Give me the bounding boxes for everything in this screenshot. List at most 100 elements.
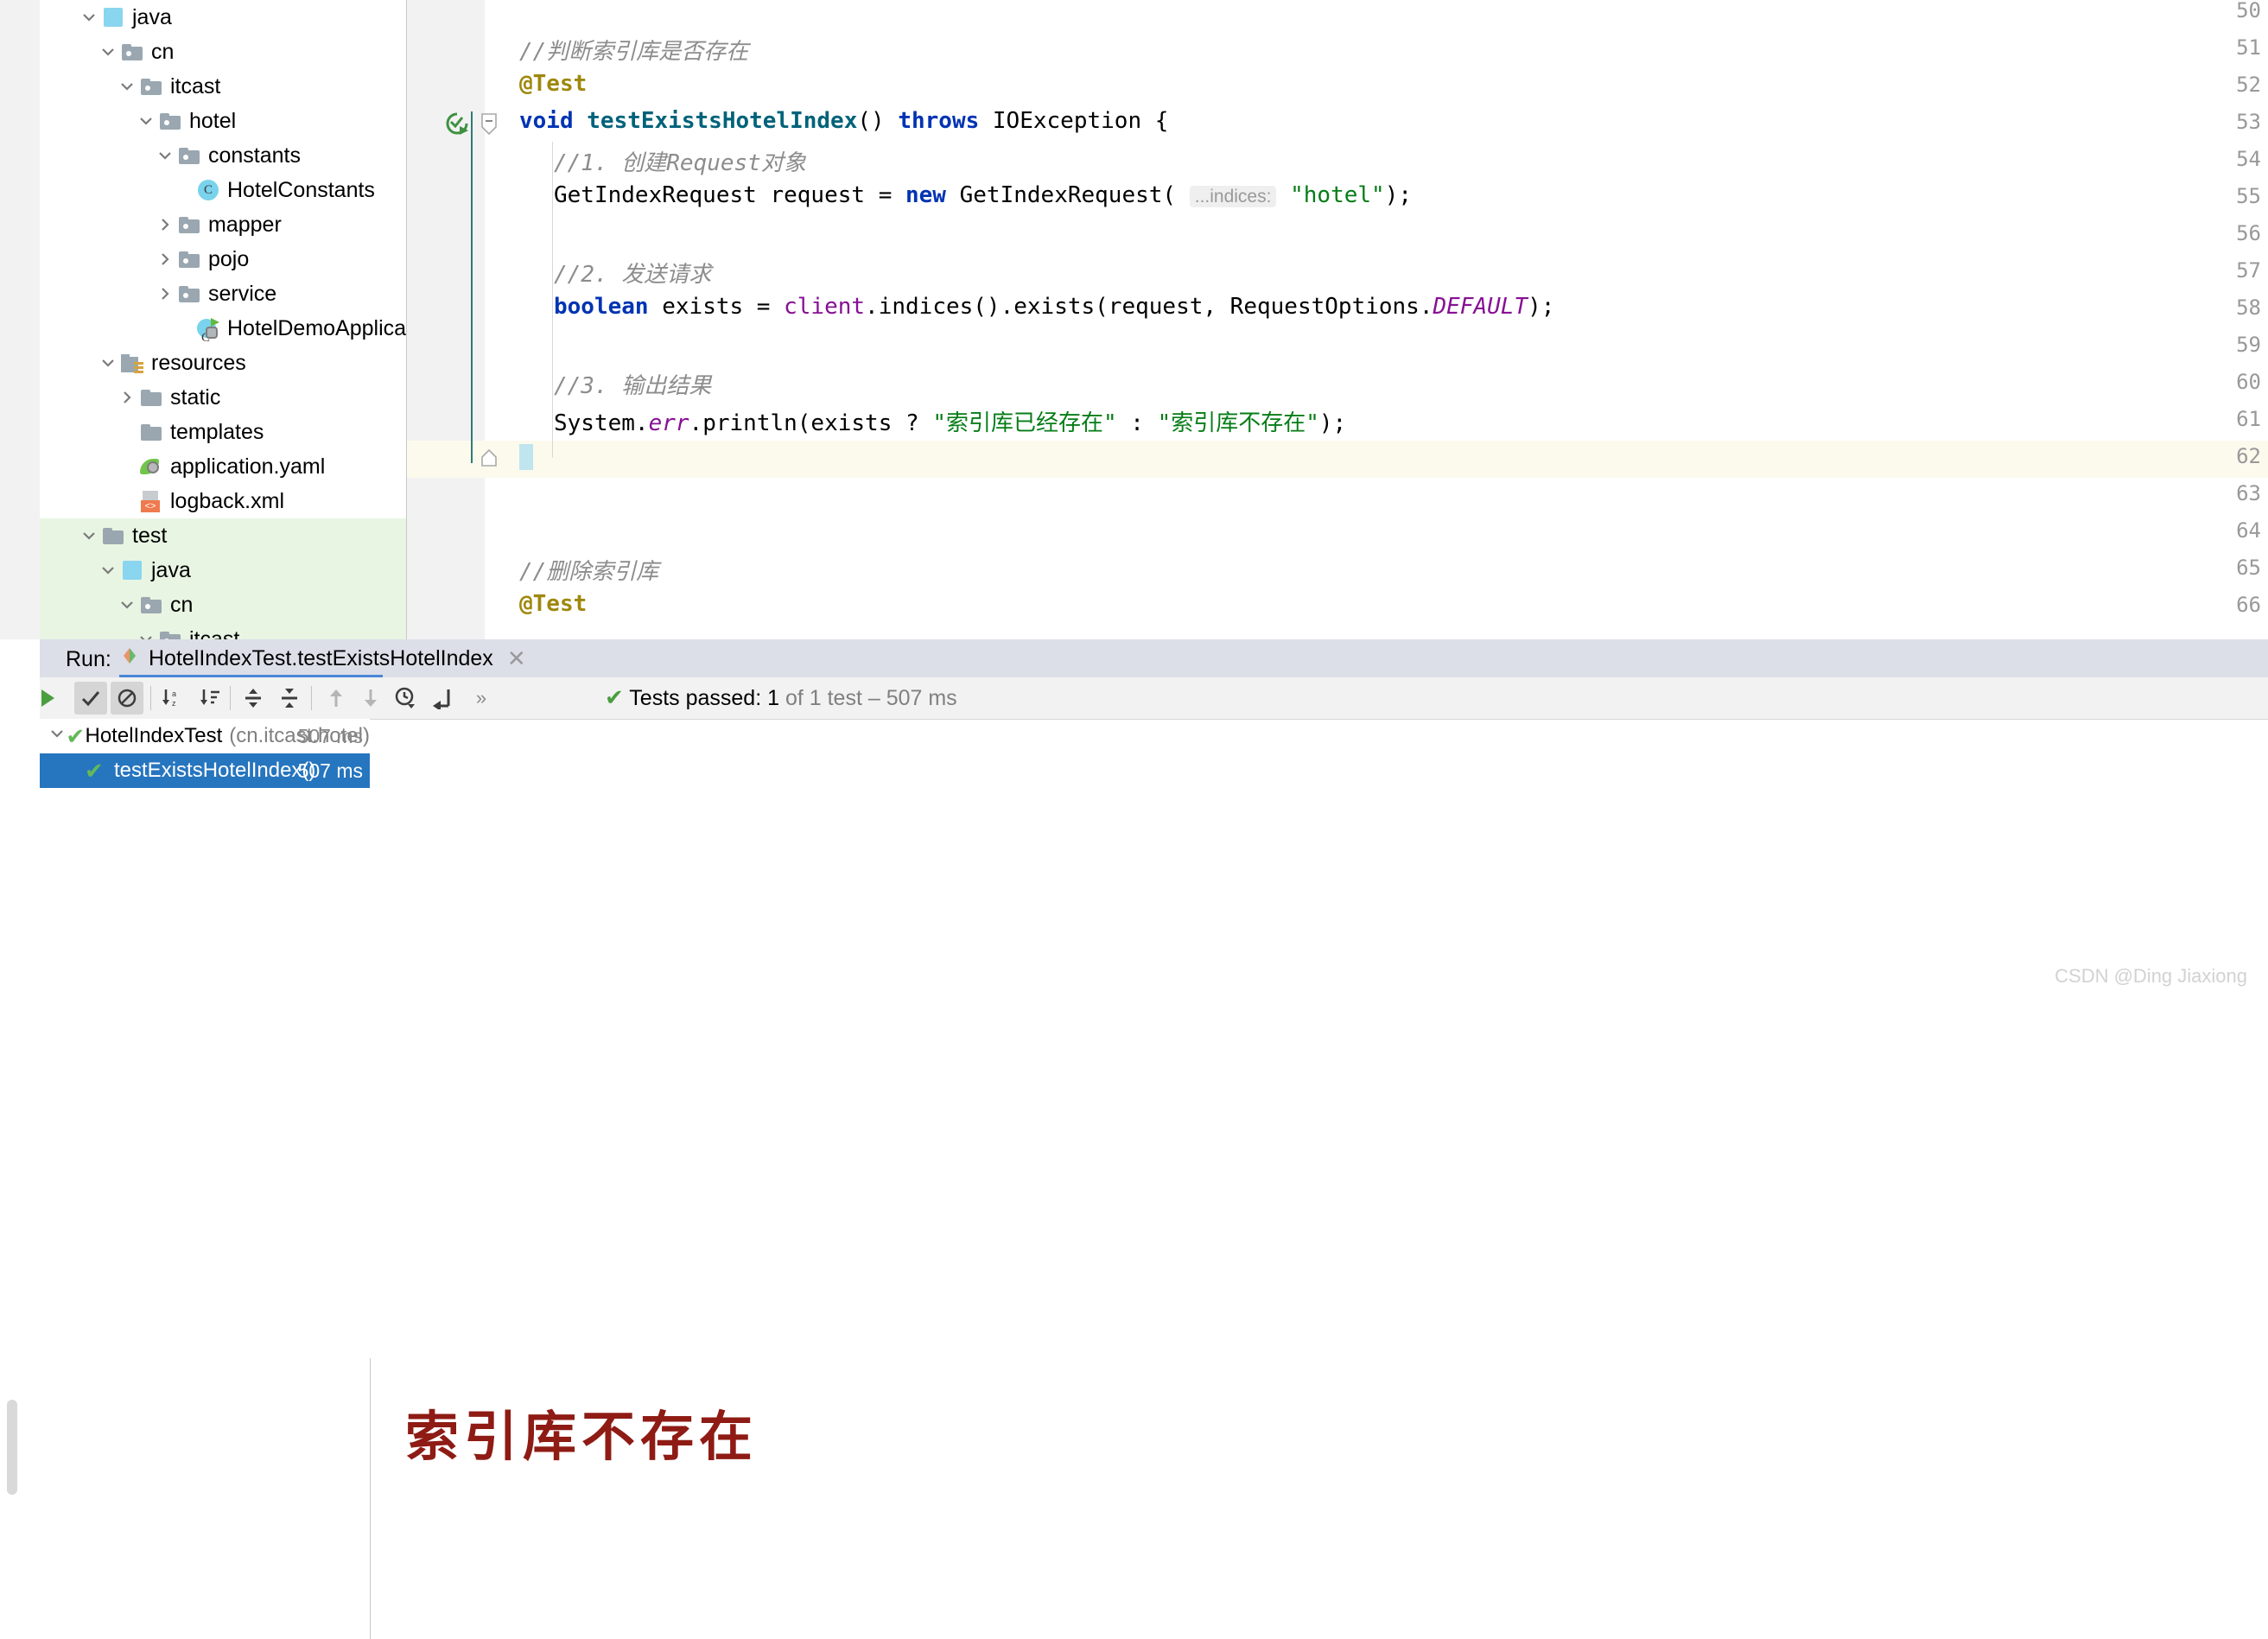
tree-item-label: constants bbox=[208, 143, 302, 168]
tree-item-mapper[interactable]: mapper bbox=[40, 207, 406, 242]
more-options-button[interactable]: » bbox=[465, 682, 498, 715]
tree-item-static[interactable]: static bbox=[40, 380, 406, 415]
test-history-button[interactable] bbox=[389, 682, 422, 715]
project-tree-panel[interactable]: java cn itcast hotel constants C HotelConstant… bbox=[40, 0, 406, 639]
source-root-icon bbox=[100, 0, 126, 35]
code-line[interactable]: System.err.println(exists ? "索引库已经存在" : … bbox=[554, 405, 1346, 437]
show-ignored-toggle[interactable] bbox=[111, 682, 143, 715]
code-line[interactable]: void testExistsHotelIndex() throws IOExc… bbox=[519, 108, 1168, 134]
test-results-tree[interactable]: ✔ HotelIndexTest (cn.itcast.hotel) 507 ms ✔… bbox=[40, 719, 370, 1000]
tree-item-resources[interactable]: resources bbox=[40, 346, 406, 380]
chevron-down-icon[interactable] bbox=[97, 35, 119, 69]
code-token: @Test bbox=[519, 71, 588, 97]
code-token: new bbox=[905, 182, 946, 208]
run-config-icon bbox=[119, 645, 140, 672]
chevron-right-icon[interactable] bbox=[116, 380, 138, 415]
tree-item-label: HotelConstants bbox=[227, 178, 375, 202]
scroll-to-source-button[interactable] bbox=[425, 682, 458, 715]
collapse-all-button[interactable] bbox=[273, 682, 306, 715]
tree-item-service[interactable]: service bbox=[40, 276, 406, 311]
expand-all-button[interactable] bbox=[237, 682, 270, 715]
tree-item-cn[interactable]: cn bbox=[40, 35, 406, 69]
chevron-down-icon[interactable] bbox=[48, 724, 66, 748]
folder-icon bbox=[176, 242, 202, 276]
tree-item-cn[interactable]: cn bbox=[40, 588, 406, 622]
tree-item-label: static bbox=[170, 385, 221, 410]
code-line[interactable]: //2. 发送请求 bbox=[554, 257, 711, 289]
chevron-down-icon[interactable] bbox=[97, 553, 119, 588]
tree-item-hoteldemoapplication[interactable]: CHotelDemoApplication bbox=[40, 311, 406, 346]
tree-item-logback-xml[interactable]: <> logback.xml bbox=[40, 484, 406, 518]
tree-item-hotelconstants[interactable]: C HotelConstants bbox=[40, 173, 406, 207]
tree-item-application-yaml[interactable]: application.yaml bbox=[40, 449, 406, 484]
previous-failed-test-button[interactable] bbox=[320, 682, 353, 715]
chevron-right-icon[interactable] bbox=[154, 276, 176, 311]
tree-item-hotel[interactable]: hotel bbox=[40, 104, 406, 138]
rail-scrollbar[interactable] bbox=[7, 1400, 17, 1495]
code-line[interactable]: //1. 创建Request对象 bbox=[554, 145, 806, 177]
code-token: err bbox=[648, 410, 689, 436]
tree-item-itcast[interactable]: itcast bbox=[40, 69, 406, 104]
svg-text:z: z bbox=[172, 699, 176, 708]
rerun-button[interactable] bbox=[31, 682, 64, 715]
tree-item-constants[interactable]: constants bbox=[40, 138, 406, 173]
tree-item-pojo[interactable]: pojo bbox=[40, 242, 406, 276]
tests-status-suffix: of 1 test – 507 ms bbox=[779, 686, 957, 710]
next-failed-test-button[interactable] bbox=[354, 682, 387, 715]
toolbar-separator bbox=[150, 686, 151, 710]
editor-fold-gutter[interactable] bbox=[485, 0, 518, 639]
code-line[interactable]: @Test bbox=[519, 591, 587, 617]
code-line[interactable]: GetIndexRequest request = new GetIndexRe… bbox=[554, 182, 1412, 208]
chevron-down-icon[interactable] bbox=[116, 588, 138, 622]
chevron-down-icon[interactable] bbox=[78, 518, 100, 553]
line-number: 56 bbox=[2236, 221, 2261, 245]
spring-boot-class-icon: C bbox=[195, 311, 221, 346]
fold-region-end-icon[interactable] bbox=[480, 448, 499, 467]
close-icon[interactable]: ✕ bbox=[507, 645, 526, 672]
chevron-right-icon[interactable] bbox=[154, 242, 176, 276]
test-tree-row[interactable]: ✔ HotelIndexTest (cn.itcast.hotel) 507 ms bbox=[40, 719, 370, 753]
code-token: ); bbox=[1318, 410, 1347, 436]
code-token: GetIndexRequest bbox=[554, 182, 757, 208]
line-number: 57 bbox=[2236, 258, 2261, 283]
run-test-gutter-icon[interactable] bbox=[445, 111, 471, 137]
code-editor[interactable]: 50 51 //判断索引库是否存在 52 @Test 53 void testExistsH… bbox=[407, 0, 2268, 639]
tree-item-java[interactable]: java bbox=[40, 0, 406, 35]
code-token: : bbox=[1116, 410, 1158, 436]
sort-alphabetically-button[interactable]: az bbox=[156, 682, 188, 715]
chevron-down-icon[interactable] bbox=[78, 0, 100, 35]
editor-line-number-gutter bbox=[407, 0, 485, 639]
run-window-header: Run: HotelIndexTest.testExistsHotelIndex… bbox=[40, 639, 2268, 678]
folder-test-icon bbox=[119, 553, 145, 588]
chevron-down-icon[interactable] bbox=[135, 622, 157, 639]
fold-region-icon[interactable] bbox=[480, 113, 499, 136]
code-line[interactable]: //删除索引库 bbox=[519, 554, 658, 586]
tree-item-test[interactable]: test bbox=[40, 518, 406, 553]
code-line[interactable]: boolean exists = client.indices().exists… bbox=[554, 294, 1554, 320]
chevron-down-icon[interactable] bbox=[154, 138, 176, 173]
line-number: 64 bbox=[2236, 518, 2261, 543]
test-runner-toolbar[interactable]: az » bbox=[40, 677, 2268, 720]
chevron-down-icon[interactable] bbox=[135, 104, 157, 138]
tree-item-templates[interactable]: templates bbox=[40, 415, 406, 449]
show-passed-toggle[interactable] bbox=[74, 682, 107, 715]
code-line[interactable]: @Test bbox=[519, 71, 587, 97]
resources-folder-icon bbox=[119, 346, 145, 380]
run-configuration-tab[interactable]: HotelIndexTest.testExistsHotelIndex ✕ bbox=[119, 639, 526, 677]
code-line[interactable]: //判断索引库是否存在 bbox=[519, 34, 748, 66]
test-name: HotelIndexTest bbox=[85, 724, 223, 747]
line-number: 60 bbox=[2236, 370, 2261, 394]
test-tree-row[interactable]: ✔ testExistsHotelIndex() 507 ms bbox=[40, 753, 370, 788]
chevron-down-icon[interactable] bbox=[116, 69, 138, 104]
test-tree-console-splitter[interactable] bbox=[370, 1358, 371, 1639]
chevron-down-icon[interactable] bbox=[97, 346, 119, 380]
chevron-right-icon[interactable] bbox=[154, 207, 176, 242]
tree-item-itcast[interactable]: itcast bbox=[40, 622, 406, 639]
tree-item-label: logback.xml bbox=[170, 489, 284, 513]
sort-by-duration-button[interactable] bbox=[194, 682, 226, 715]
tree-item-java[interactable]: java bbox=[40, 553, 406, 588]
code-line[interactable]: //3. 输出结果 bbox=[554, 368, 711, 400]
